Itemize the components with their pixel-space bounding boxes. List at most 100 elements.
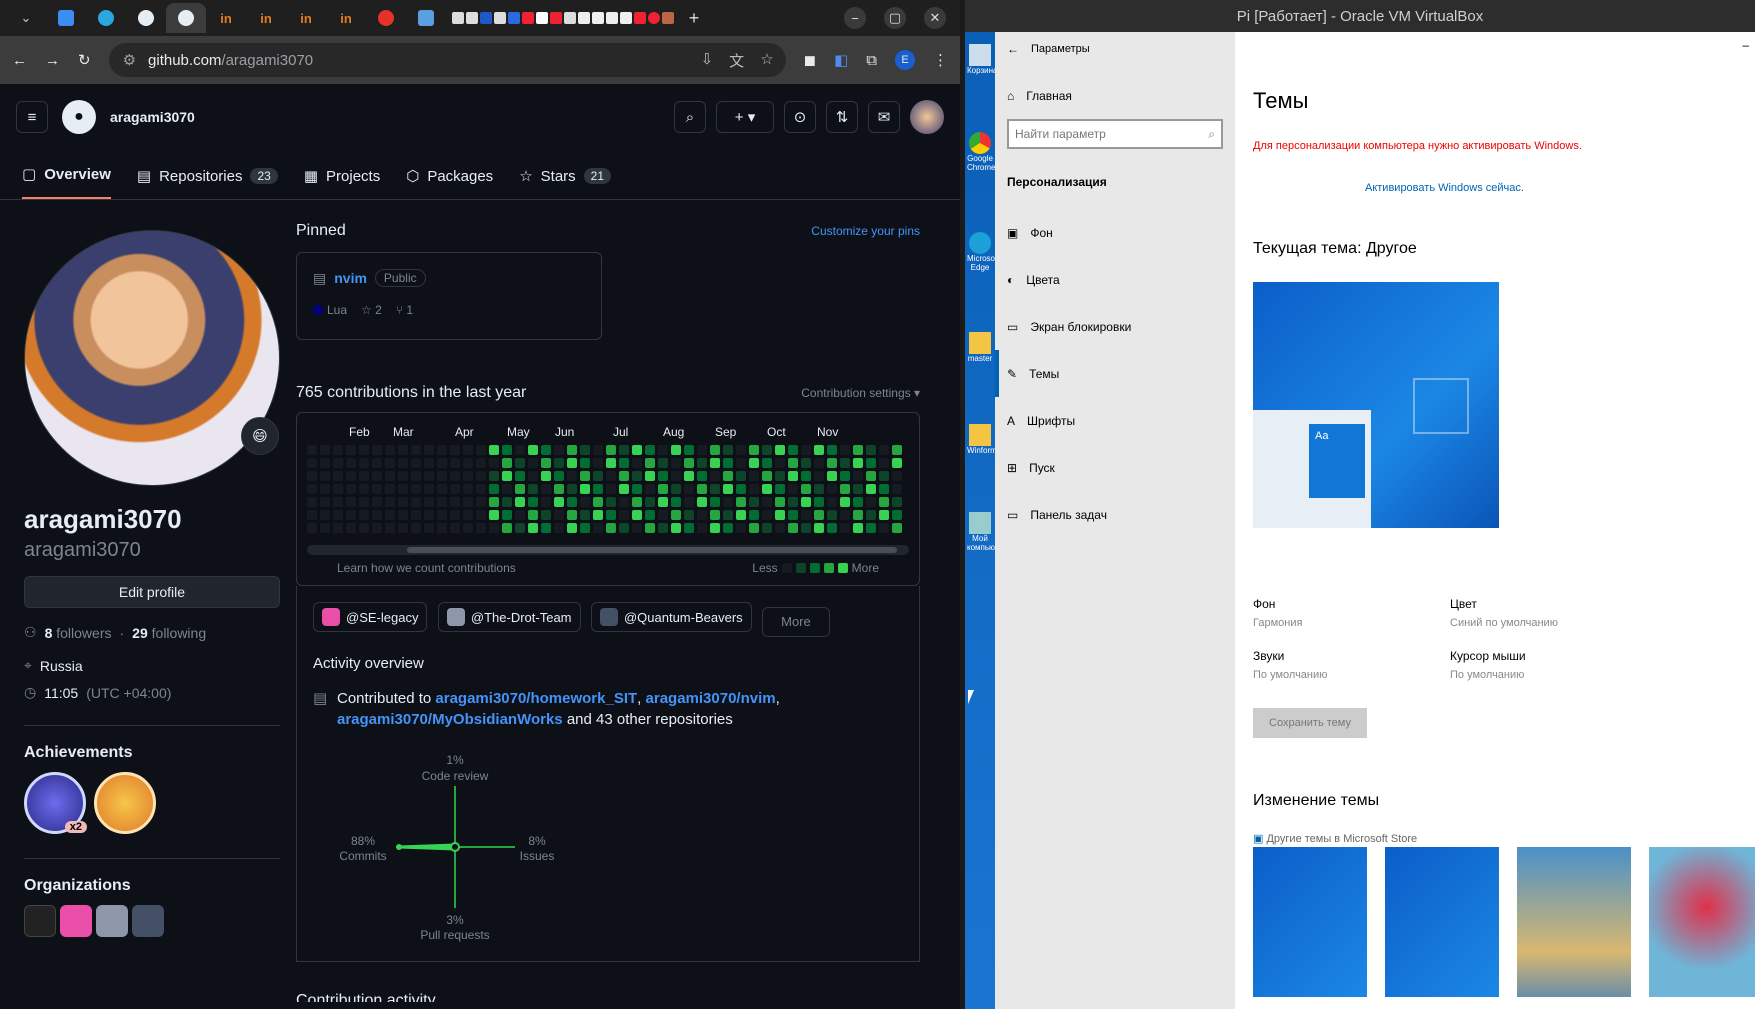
contribution-cell[interactable] — [385, 471, 395, 481]
contribution-cell[interactable] — [697, 445, 707, 455]
contribution-cell[interactable] — [749, 523, 759, 533]
contribution-cell[interactable] — [450, 445, 460, 455]
contribution-cell[interactable] — [450, 523, 460, 533]
desktop-icon-chrome[interactable]: Google Chrome — [967, 132, 995, 172]
contribution-cell[interactable] — [593, 484, 603, 494]
contribution-cell[interactable] — [619, 484, 629, 494]
contribution-cell[interactable] — [762, 445, 772, 455]
contribution-cell[interactable] — [593, 445, 603, 455]
contribution-cell[interactable] — [502, 458, 512, 468]
contribution-cell[interactable] — [333, 458, 343, 468]
contribution-cell[interactable] — [437, 510, 447, 520]
contribution-cell[interactable] — [619, 510, 629, 520]
contribution-cell[interactable] — [411, 458, 421, 468]
contribution-cell[interactable] — [619, 523, 629, 533]
theme-color-setting[interactable]: Цвет Синий по умолчанию — [1450, 597, 1558, 629]
contribution-cell[interactable] — [450, 458, 460, 468]
contribution-cell[interactable] — [398, 484, 408, 494]
settings-nav-taskbar[interactable]: ▭ Панель задач — [995, 491, 1235, 538]
contribution-cell[interactable] — [710, 471, 720, 481]
contribution-cell[interactable] — [788, 497, 798, 507]
contribution-cell[interactable] — [489, 484, 499, 494]
contribution-cell[interactable] — [775, 445, 785, 455]
settings-nav-fonts[interactable]: A Шрифты — [995, 397, 1235, 444]
theme-thumb[interactable] — [1649, 847, 1755, 997]
contribution-cell[interactable] — [359, 484, 369, 494]
contribution-cell[interactable] — [658, 523, 668, 533]
contribution-cell[interactable] — [580, 523, 590, 533]
contribution-cell[interactable] — [385, 458, 395, 468]
contribution-cell[interactable] — [658, 458, 668, 468]
contribution-cell[interactable] — [580, 510, 590, 520]
red-icon[interactable] — [522, 12, 534, 24]
contribution-cell[interactable] — [840, 497, 850, 507]
contribution-cell[interactable] — [567, 484, 577, 494]
user-avatar[interactable] — [910, 100, 944, 134]
x-icon[interactable] — [536, 12, 548, 24]
contribution-cell[interactable] — [645, 484, 655, 494]
contribution-cell[interactable] — [372, 523, 382, 533]
tab-ask[interactable] — [366, 3, 406, 33]
contribution-cell[interactable] — [437, 458, 447, 468]
repo-link[interactable]: aragami3070/nvim — [646, 690, 776, 707]
contribution-cell[interactable] — [593, 510, 603, 520]
contribution-cell[interactable] — [736, 497, 746, 507]
contribution-cell[interactable] — [320, 471, 330, 481]
store-themes-link[interactable]: ▣ Другие темы в Microsoft Store — [1253, 832, 1417, 845]
contribution-cell[interactable] — [801, 445, 811, 455]
theme-background-setting[interactable]: Фон Гармония — [1253, 597, 1302, 629]
contribution-cell[interactable] — [411, 445, 421, 455]
contribution-cell[interactable] — [528, 445, 538, 455]
contribution-cell[interactable] — [320, 484, 330, 494]
contribution-cell[interactable] — [541, 523, 551, 533]
contribution-cell[interactable] — [723, 445, 733, 455]
contribution-cell[interactable] — [554, 523, 564, 533]
contribution-cell[interactable] — [658, 510, 668, 520]
contribution-cell[interactable] — [762, 471, 772, 481]
contribution-cell[interactable] — [463, 484, 473, 494]
contribution-cell[interactable] — [775, 497, 785, 507]
contribution-cell[interactable] — [840, 458, 850, 468]
contribution-cell[interactable] — [346, 484, 356, 494]
contribution-cell[interactable] — [372, 458, 382, 468]
contribution-cell[interactable] — [892, 471, 902, 481]
contribution-cell[interactable] — [502, 523, 512, 533]
contribution-cell[interactable] — [450, 484, 460, 494]
achievement-quickdraw-badge[interactable] — [94, 772, 156, 834]
graph-scrollbar[interactable] — [307, 545, 909, 555]
github-logo-icon[interactable]: ● — [62, 100, 96, 134]
contrib-settings-dropdown[interactable]: Contribution settings ▾ — [801, 386, 920, 400]
tab-habr-2[interactable]: in — [246, 3, 286, 33]
contribution-cell[interactable] — [853, 510, 863, 520]
github-icon[interactable] — [466, 12, 478, 24]
contribution-cell[interactable] — [398, 471, 408, 481]
contribution-cell[interactable] — [671, 445, 681, 455]
contribution-cell[interactable] — [619, 445, 629, 455]
contribution-cell[interactable] — [554, 471, 564, 481]
stars-link[interactable]: ☆ 2 — [361, 303, 382, 317]
contribution-cell[interactable] — [892, 510, 902, 520]
contribution-cell[interactable] — [736, 523, 746, 533]
t-red-icon[interactable] — [634, 12, 646, 24]
profile-avatar[interactable]: E — [895, 50, 915, 70]
contribution-cell[interactable] — [307, 497, 317, 507]
contribution-cell[interactable] — [463, 497, 473, 507]
contribution-cell[interactable] — [424, 484, 434, 494]
contribution-cell[interactable] — [788, 445, 798, 455]
contribution-cell[interactable] — [463, 458, 473, 468]
header-username[interactable]: aragami3070 — [110, 109, 195, 125]
contribution-cell[interactable] — [645, 510, 655, 520]
contribution-cell[interactable] — [684, 497, 694, 507]
contribution-cell[interactable] — [697, 523, 707, 533]
install-icon[interactable]: ⇩ — [701, 50, 714, 71]
contribution-cell[interactable] — [528, 471, 538, 481]
contribution-cell[interactable] — [489, 471, 499, 481]
status-emoji[interactable]: 😄 — [241, 417, 279, 455]
contribution-cell[interactable] — [684, 484, 694, 494]
contribution-cell[interactable] — [827, 510, 837, 520]
contribution-cell[interactable] — [541, 484, 551, 494]
contribution-cell[interactable] — [528, 497, 538, 507]
tab-packages[interactable]: ⬡ Packages — [406, 167, 493, 199]
contribution-cell[interactable] — [697, 471, 707, 481]
contribution-cell[interactable] — [736, 484, 746, 494]
